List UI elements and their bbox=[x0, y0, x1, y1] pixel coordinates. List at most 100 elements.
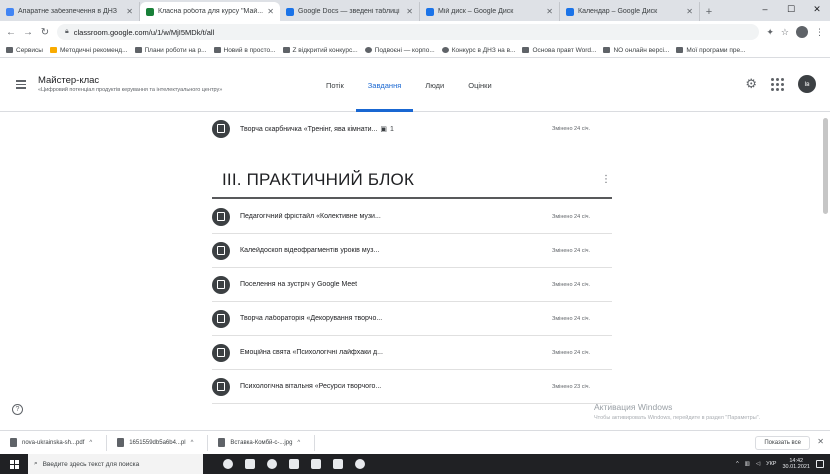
topic-divider bbox=[212, 197, 612, 199]
close-tab-icon[interactable]: ✕ bbox=[546, 7, 553, 16]
volume-icon[interactable]: ◁ bbox=[756, 461, 760, 467]
window-controls: – ☐ ✕ bbox=[752, 0, 830, 19]
chevron-up-icon[interactable]: ^ bbox=[297, 440, 300, 446]
assignment-row[interactable]: Поселення на зустріч у Google Meet Зміне… bbox=[212, 268, 612, 301]
assignment-title: Творча лабораторія «Декорування творчо..… bbox=[240, 315, 383, 322]
attachment-icon: ▣ bbox=[380, 125, 388, 133]
show-all-downloads-button[interactable]: Показать все bbox=[755, 436, 810, 450]
close-tab-icon[interactable]: ✕ bbox=[126, 7, 133, 16]
close-window-icon[interactable]: ✕ bbox=[804, 0, 830, 19]
new-tab-button[interactable]: + bbox=[700, 2, 718, 21]
bookmark-item[interactable]: Основа правт Word... bbox=[522, 47, 596, 54]
course-title[interactable]: Майстер-клас bbox=[38, 75, 99, 86]
assignment-date: Змінено 24 січ. bbox=[552, 315, 591, 322]
assignment-row[interactable]: Творча лабораторія «Декорування творчо..… bbox=[212, 302, 612, 335]
browser-tab[interactable]: Google Docs — зведені таблиці ✕ bbox=[280, 2, 420, 21]
start-button[interactable] bbox=[0, 454, 28, 474]
download-item[interactable]: nova-ukrainska-sh...pdf ^ bbox=[10, 434, 108, 451]
bookmark-item[interactable]: Методичні рекоменд... bbox=[49, 47, 128, 54]
page-scrollbar[interactable] bbox=[823, 118, 828, 214]
mail-icon[interactable] bbox=[289, 459, 299, 469]
close-tab-icon[interactable]: ✕ bbox=[406, 7, 413, 16]
word-icon[interactable] bbox=[333, 459, 343, 469]
explorer-icon[interactable] bbox=[311, 459, 321, 469]
close-tab-icon[interactable]: ✕ bbox=[267, 7, 274, 16]
close-downloads-icon[interactable]: ✕ bbox=[817, 437, 824, 446]
address-bar[interactable]: 🔒︎ classroom.google.com/u/1/w/MjI5MDk/t/… bbox=[57, 24, 760, 40]
settings-gear-icon[interactable]: ⚙ bbox=[745, 75, 757, 93]
user-avatar[interactable]: Ів bbox=[798, 75, 816, 93]
attachment-count: 1 bbox=[390, 125, 394, 133]
close-tab-icon[interactable]: ✕ bbox=[686, 7, 693, 16]
page-icon bbox=[282, 47, 290, 53]
browser-tab[interactable]: Календар – Google Диск ✕ bbox=[560, 2, 700, 21]
search-icon: ⌕ bbox=[34, 460, 38, 467]
header-actions: ⚙ Ів bbox=[745, 75, 816, 93]
taskbar-search[interactable]: ⌕ Введите здесь текст для поиска bbox=[28, 454, 203, 474]
assignment-icon bbox=[212, 241, 230, 260]
clock[interactable]: 14:42 30.01.2021 bbox=[782, 458, 810, 470]
lock-icon[interactable]: 🔒︎ bbox=[65, 28, 69, 36]
bookmark-item[interactable]: Сервисы bbox=[6, 47, 43, 54]
bookmark-item[interactable]: Z відкритий конкурс... bbox=[282, 47, 358, 54]
chevron-up-icon[interactable]: ^ bbox=[191, 440, 194, 446]
tab-title: Календар – Google Диск bbox=[578, 8, 658, 15]
row-divider bbox=[212, 403, 612, 404]
browser-tab-strip: Апаратне забезпечення в ДНЗ ✕ Класна роб… bbox=[0, 0, 830, 21]
browser-tab-active[interactable]: Класна робота для курсу "Май... ✕ bbox=[140, 2, 280, 21]
assignment-title: Поселення на зустріч у Google Meet bbox=[240, 281, 358, 288]
tab-title: Апаратне забезпечення в ДНЗ bbox=[18, 8, 118, 15]
pin-icon bbox=[603, 47, 611, 53]
classroom-header: Майстер-клас «Цифровий потенціал продукт… bbox=[0, 58, 830, 112]
tab-grades[interactable]: Оцінки bbox=[456, 58, 503, 112]
google-apps-icon[interactable] bbox=[771, 77, 784, 91]
chrome-icon[interactable] bbox=[267, 459, 277, 469]
forward-icon[interactable]: → bbox=[23, 27, 33, 38]
assignment-icon bbox=[212, 377, 230, 396]
bookmark-item[interactable]: Подвоєні — корпо... bbox=[364, 47, 435, 54]
search-placeholder: Введите здесь текст для поиска bbox=[42, 460, 140, 468]
assignment-row[interactable]: Педагогічний фрістайл «Колективне музи..… bbox=[212, 200, 612, 233]
minimize-icon[interactable]: – bbox=[752, 0, 778, 19]
notifications-icon[interactable] bbox=[816, 460, 824, 468]
reload-icon[interactable]: ↻ bbox=[40, 27, 50, 38]
tab-classwork[interactable]: Завдання bbox=[355, 58, 414, 112]
app-icon[interactable] bbox=[355, 459, 365, 469]
bookmark-star-icon[interactable]: ☆ bbox=[781, 27, 789, 38]
bookmark-item[interactable]: Плани роботи на р... bbox=[134, 47, 207, 54]
bookmark-item[interactable]: Новий в просто... bbox=[213, 47, 276, 54]
cortana-icon[interactable] bbox=[223, 459, 233, 469]
network-icon[interactable]: ▥ bbox=[745, 461, 750, 467]
help-icon[interactable]: ? bbox=[12, 404, 23, 415]
assignment-row[interactable]: Емоційна свята «Психологічні лайфхаки д.… bbox=[212, 336, 612, 369]
task-view-icon[interactable] bbox=[245, 459, 255, 469]
bookmark-label: Конкурс в ДНЗ на в... bbox=[451, 46, 516, 54]
windows-logo-icon bbox=[9, 459, 19, 469]
download-item[interactable]: Вставка-Комбй-с-...jpg ^ bbox=[218, 434, 316, 451]
bookmark-item[interactable]: Мої програми пре... bbox=[676, 47, 746, 54]
browser-tab[interactable]: Мій диск – Google Диск ✕ bbox=[420, 2, 560, 21]
assignment-row[interactable]: Психологічна вітальня «Ресурси творчого.… bbox=[212, 370, 612, 403]
download-item[interactable]: 1651559db5a6b4...pl ^ bbox=[117, 434, 209, 451]
main-menu-icon[interactable] bbox=[16, 80, 26, 89]
tab-stream[interactable]: Потік bbox=[314, 58, 356, 112]
browser-tab[interactable]: Апаратне забезпечення в ДНЗ ✕ bbox=[0, 2, 140, 21]
tab-people[interactable]: Люди bbox=[413, 58, 456, 112]
tray-up-icon[interactable]: ^ bbox=[736, 461, 739, 467]
bookmark-item[interactable]: NO онлайн версі... bbox=[603, 47, 669, 54]
maximize-icon[interactable]: ☐ bbox=[778, 0, 804, 19]
browser-menu-icon[interactable]: ⋮ bbox=[815, 27, 824, 38]
download-filename: Вставка-Комбй-с-...jpg bbox=[230, 439, 293, 446]
assignment-row[interactable]: Калейдоскоп відеофрагментів уроків муз..… bbox=[212, 234, 612, 267]
extension-icon[interactable]: ✦ bbox=[766, 27, 774, 38]
dash-icon bbox=[676, 47, 684, 53]
back-icon[interactable]: ← bbox=[6, 27, 16, 38]
topic-more-options-icon[interactable]: ⋮ bbox=[601, 174, 611, 185]
file-icon bbox=[10, 438, 17, 447]
assignment-row[interactable]: Творча скарбничка «Тренінг, ява кімнати.… bbox=[212, 112, 612, 145]
classwork-content: Творча скарбничка «Тренінг, ява кімнати.… bbox=[0, 112, 830, 430]
language-indicator[interactable]: УКР bbox=[766, 461, 776, 467]
chevron-up-icon[interactable]: ^ bbox=[89, 440, 92, 446]
browser-profile-avatar[interactable] bbox=[796, 26, 808, 38]
bookmark-item[interactable]: Конкурс в ДНЗ на в... bbox=[441, 46, 516, 54]
